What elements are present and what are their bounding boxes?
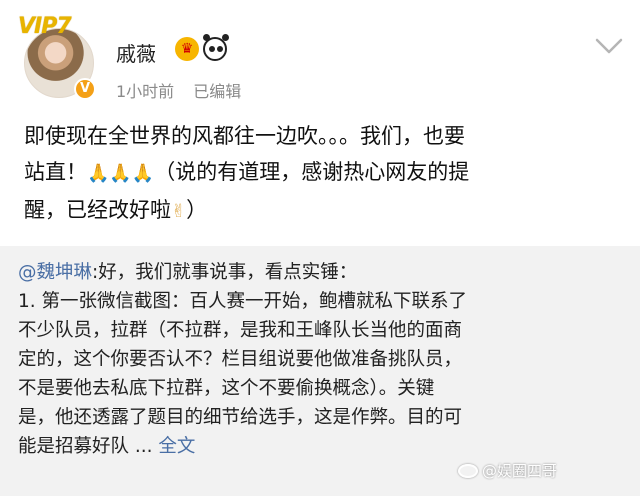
quoted-line-7: 能是招募好队 ... 全文	[18, 432, 630, 461]
username[interactable]: 戚薇	[116, 38, 156, 67]
timestamp: 1小时前	[116, 82, 175, 101]
post-header: VIP7 V 戚薇 ♛ 1小时前 已编辑	[0, 0, 640, 108]
ellipsis: ...	[129, 436, 159, 457]
post-line-2-b: （说的有道理，感谢热心网友的提	[154, 160, 470, 184]
quoted-line-5: 不是要他去私底下拉群，这个不要偷换概念）。关键	[18, 378, 435, 399]
quoted-line-7-text: 能是招募好队	[18, 436, 130, 457]
post-meta: 1小时前 已编辑	[116, 78, 241, 102]
post-line-1: 即使现在全世界的风都往一边吹。。。我们，也要	[24, 124, 465, 148]
panda-eye-left	[209, 46, 215, 52]
quoted-line-2: 1. 第一张微信截图：百人赛一开始，鲍槽就私下联系了	[18, 291, 468, 312]
victory-hand-icon: ✌	[171, 201, 187, 222]
panda-icon	[203, 34, 229, 61]
post-line-2-a: 站直！	[24, 160, 87, 184]
quoted-text: @魏坤琳:好，我们就事说事，看点实锤： 1. 第一张微信截图：百人赛一开始，鲍槽…	[18, 258, 630, 461]
quoted-line-1: @魏坤琳:好，我们就事说事，看点实锤：	[18, 258, 630, 287]
panda-ear-left	[203, 34, 210, 41]
fulltext-link[interactable]: 全文	[158, 436, 195, 457]
panda-ear-right	[222, 34, 229, 41]
post-line-3-a: 醒，已经改好啦	[24, 198, 171, 222]
post-line-3: 醒，已经改好啦✌）	[24, 192, 620, 230]
quoted-line-4: 定的，这个你要否认不？栏目组说要他做准备挑队员，	[18, 349, 463, 370]
watermark: @娱圈四哥	[458, 460, 557, 482]
pray-emoji-icon: 🙏🙏🙏	[87, 163, 155, 184]
post-line-3-close: ）	[186, 198, 208, 222]
post-line-2: 站直！🙏🙏🙏（说的有道理，感谢热心网友的提	[24, 154, 620, 192]
watermark-text: @娱圈四哥	[482, 462, 558, 480]
quoted-line-1-rest: :好，我们就事说事，看点实锤：	[92, 262, 358, 283]
quoted-line-6: 是，他还透露了题目的细节给选手，这是作弊。目的可	[18, 407, 463, 428]
vip-badge: VIP7	[18, 14, 72, 39]
crown-icon: ♛	[175, 37, 199, 61]
avatar-area[interactable]: VIP7 V	[18, 14, 100, 100]
panda-eye-right	[217, 46, 223, 52]
quoted-line-3: 不少队员，拉群（不拉群，是我和王峰队长当他的面商	[18, 320, 463, 341]
mention-link[interactable]: @魏坤琳	[18, 262, 92, 283]
chevron-down-icon[interactable]	[594, 36, 624, 56]
verified-badge-icon: V	[74, 78, 96, 100]
post-text: 即使现在全世界的风都往一边吹。。。我们，也要 站直！🙏🙏🙏（说的有道理，感谢热心…	[24, 118, 620, 230]
weibo-logo-icon	[458, 464, 478, 478]
edited-label[interactable]: 已编辑	[193, 82, 241, 101]
quoted-post[interactable]: @魏坤琳:好，我们就事说事，看点实锤： 1. 第一张微信截图：百人赛一开始，鲍槽…	[0, 246, 640, 496]
